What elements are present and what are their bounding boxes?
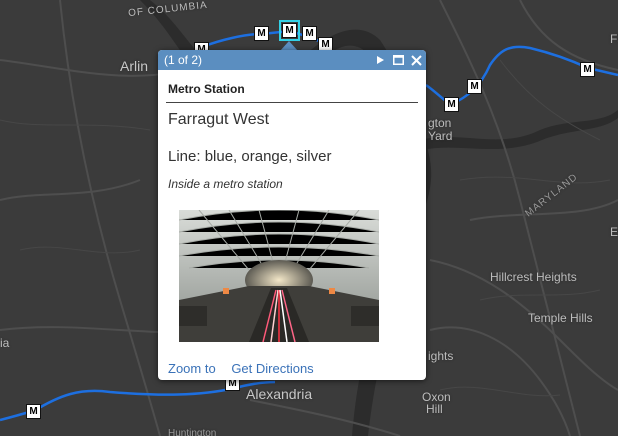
play-icon	[377, 56, 384, 64]
hillcrest-heights-label: Hillcrest Heights	[490, 270, 577, 284]
navy-yard-label-1: gton	[428, 116, 452, 130]
popup-title-bar: (1 of 2)	[158, 50, 426, 70]
station-name: Farragut West	[168, 111, 270, 128]
next-feature-button[interactable]	[374, 54, 386, 66]
popup-content: Metro Station Farragut West Line: blue, …	[158, 70, 426, 342]
close-icon	[410, 54, 422, 66]
zoom-to-link[interactable]: Zoom to	[168, 361, 216, 376]
metro-station-marker[interactable]: M	[580, 62, 595, 77]
station-lines: Line: blue, orange, silver	[168, 148, 332, 165]
left-edge-label: ia	[0, 336, 10, 350]
photo-caption: Inside a metro station	[168, 177, 283, 191]
popup-feature-counter: (1 of 2)	[164, 53, 203, 67]
popup-layer-heading: Metro Station	[166, 70, 418, 103]
arlington-label: Arlin	[120, 58, 149, 74]
metro-station-marker[interactable]: M	[444, 97, 459, 112]
alexandria-label: Alexandria	[246, 386, 313, 402]
metro-station-marker[interactable]: M	[26, 404, 41, 419]
metro-station-marker[interactable]: M	[467, 79, 482, 94]
navy-yard-label-2: Yard	[428, 129, 453, 143]
popup-actions: Zoom to Get Directions	[168, 361, 326, 376]
maximize-button[interactable]	[392, 54, 404, 66]
metro-station-marker[interactable]: M	[302, 26, 317, 41]
close-button[interactable]	[410, 54, 422, 66]
huntington-label: Huntington	[168, 428, 217, 436]
metro-station-marker[interactable]: M	[254, 26, 269, 41]
heights-label: ights	[428, 349, 454, 363]
oxon-hill-label-2: Hill	[426, 402, 443, 416]
info-popup: (1 of 2) Metro Station Farragut West Lin…	[158, 50, 426, 380]
maximize-icon	[392, 55, 404, 65]
metro-station-marker-selected[interactable]: M	[279, 20, 300, 41]
get-directions-link[interactable]: Get Directions	[231, 361, 313, 376]
right-edge-label-e: E	[610, 225, 618, 239]
right-edge-label-f: Fa	[610, 32, 618, 46]
temple-hills-label: Temple Hills	[528, 311, 593, 325]
metro-station-photo	[179, 210, 379, 342]
